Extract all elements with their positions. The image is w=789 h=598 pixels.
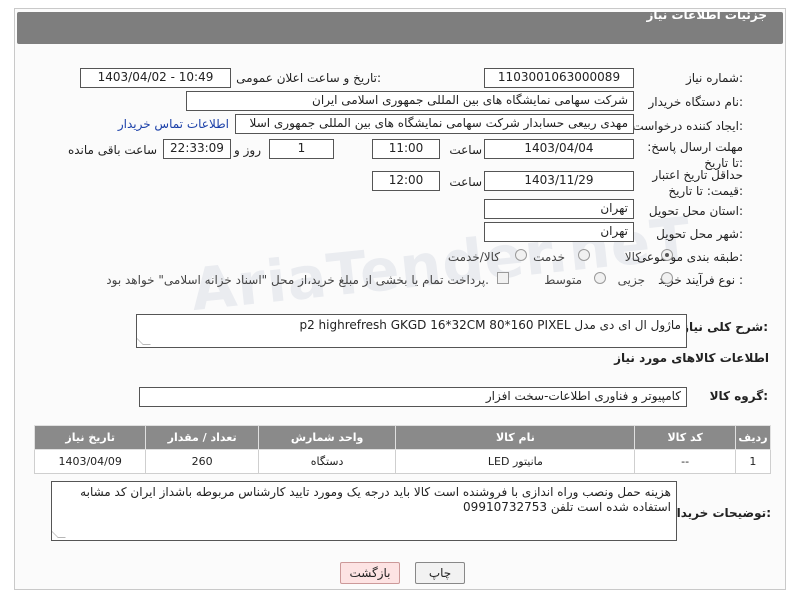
resize-handle[interactable] <box>137 337 151 345</box>
items-table: ردیف کد کالا نام کالا واحد شمارش تعداد /… <box>33 425 772 474</box>
description-label: شرح کلی نیاز: <box>682 320 768 334</box>
province-label: استان محل تحویل: <box>648 204 743 218</box>
category-radio-goods-service[interactable] <box>515 249 527 261</box>
validity-label: حداقل تاریخ اعتبار قیمت: تا تاریخ: <box>652 168 743 198</box>
validity-time-field: 12:00 <box>372 171 440 191</box>
cell-row: 1 <box>734 449 772 474</box>
process-radio-medium[interactable] <box>594 272 606 284</box>
validity-time-label: ساعت <box>449 175 482 189</box>
category-option-goods: کالا <box>624 250 641 264</box>
treasury-note: پرداخت تمام یا بخشی از مبلغ خرید،از محل … <box>106 273 489 287</box>
deadline-time-label: ساعت <box>449 143 482 157</box>
process-option-minor: جزیی <box>617 273 645 287</box>
col-name: نام کالا <box>395 425 636 450</box>
back-button[interactable]: بازگشت <box>340 562 400 584</box>
cell-code: -- <box>634 449 736 474</box>
resize-handle[interactable] <box>52 530 66 538</box>
need-number-field: 1103001063000089 <box>484 68 634 88</box>
treasury-checkbox[interactable] <box>497 272 509 284</box>
process-radio-minor[interactable] <box>661 272 673 284</box>
deadline-time-field: 11:00 <box>372 139 440 159</box>
col-row: ردیف <box>734 425 772 450</box>
validity-date-field: 1403/11/29 <box>484 171 634 191</box>
deadline-days-field: 1 <box>269 139 334 159</box>
buyer-notes-label: توضیحات خریدار: <box>669 506 771 520</box>
col-qty: تعداد / مقدار <box>145 425 259 450</box>
category-option-goods-service: کالا/خدمت <box>447 250 500 264</box>
category-radio-service[interactable] <box>578 249 590 261</box>
table-row: 1 -- مانیتور LED دستگاه 260 1403/04/09 <box>33 449 772 474</box>
table-header-row: ردیف کد کالا نام کالا واحد شمارش تعداد /… <box>33 425 772 450</box>
category-radio-goods[interactable] <box>661 249 673 261</box>
cell-name: مانیتور LED <box>395 449 636 474</box>
col-date: تاریخ نیاز <box>33 425 147 450</box>
goods-section-title: اطلاعات کالاهای مورد نیاز <box>614 351 769 365</box>
description-text: ماژول ال ای دی مدل p2 highrefresh GKGD 1… <box>299 318 681 332</box>
process-option-medium: متوسط <box>544 273 582 287</box>
buyer-contact-link[interactable]: اطلاعات تماس خریدار <box>118 117 229 131</box>
goods-group-field: کامپیوتر و فناوری اطلاعات-سخت افزار <box>139 387 687 407</box>
creator-label: ایجاد کننده درخواست: <box>632 119 743 133</box>
buyer-label: نام دستگاه خریدار: <box>648 95 744 109</box>
goods-group-label: گروه کالا: <box>709 389 768 403</box>
buyer-notes-field: هزینه حمل ونصب وراه اندازی با فروشنده اس… <box>51 481 677 541</box>
province-field: تهران <box>484 199 634 219</box>
cell-qty: 260 <box>145 449 259 474</box>
deadline-remaining-label: ساعت باقی مانده <box>67 143 157 157</box>
col-unit: واحد شمارش <box>257 425 397 450</box>
announce-label: تاریخ و ساعت اعلان عمومی: <box>236 71 381 85</box>
deadline-remaining-field: 22:33:09 <box>163 139 231 159</box>
col-code: کد کالا <box>634 425 736 450</box>
city-field: تهران <box>484 222 634 242</box>
print-button[interactable]: چاپ <box>415 562 465 584</box>
city-label: شهر محل تحویل: <box>656 227 743 241</box>
category-option-service: خدمت <box>533 250 565 264</box>
cell-unit: دستگاه <box>257 449 397 474</box>
buyer-notes-text: هزینه حمل ونصب وراه اندازی با فروشنده اس… <box>80 485 671 514</box>
description-field: ماژول ال ای دی مدل p2 highrefresh GKGD 1… <box>136 314 687 348</box>
deadline-date-field: 1403/04/04 <box>484 139 634 159</box>
page-title: جزئیات اطلاعات نیاز <box>646 8 767 22</box>
need-number-label: شماره نیاز: <box>685 71 743 85</box>
category-label: طبقه بندی موضوعی: <box>636 250 743 264</box>
cell-date: 1403/04/09 <box>33 449 147 474</box>
buyer-field: شرکت سهامی نمایشگاه های بین المللی جمهور… <box>186 91 634 111</box>
creator-field: مهدی ربیعی حسابدار شرکت سهامی نمایشگاه ه… <box>235 114 634 134</box>
announce-field: 1403/04/02 - 10:49 <box>80 68 231 88</box>
deadline-days-label: روز و <box>234 143 261 157</box>
